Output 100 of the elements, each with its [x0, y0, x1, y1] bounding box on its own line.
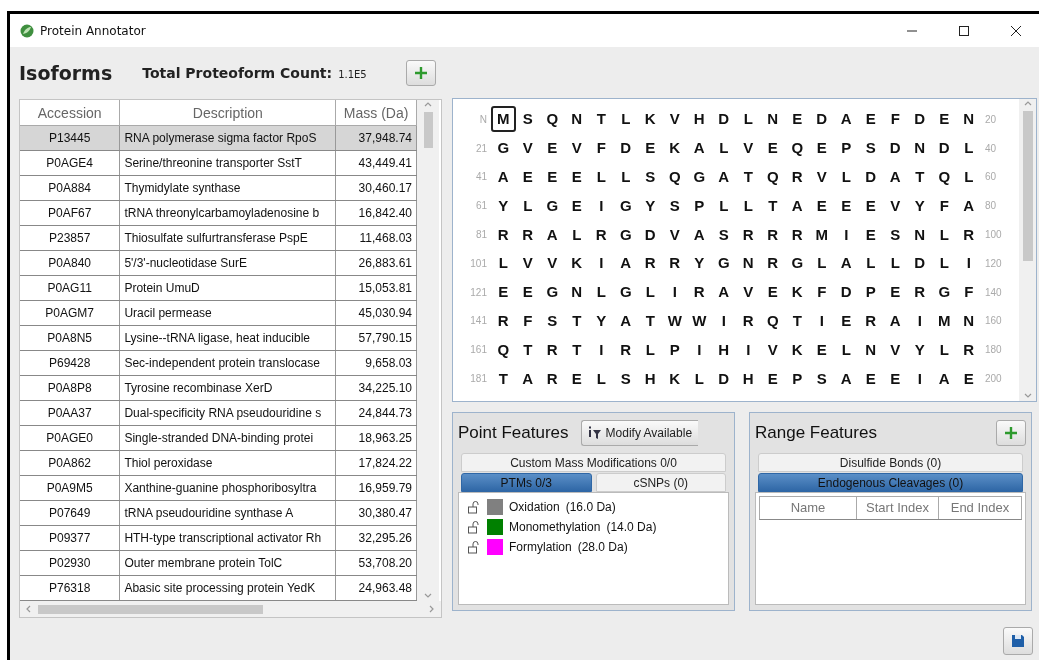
residue-letter[interactable]: E — [540, 137, 565, 160]
residue-letter[interactable]: L — [736, 194, 761, 217]
residue-letter[interactable]: A — [687, 137, 712, 160]
residue-letter[interactable]: R — [540, 367, 565, 390]
residue-letter[interactable]: V — [662, 108, 687, 131]
residue-letter[interactable]: S — [711, 223, 736, 246]
residue-letter[interactable]: G — [711, 252, 736, 275]
residue-letter[interactable]: L — [491, 252, 516, 275]
residue-letter[interactable]: A — [515, 367, 540, 390]
residue-letter[interactable]: I — [907, 367, 932, 390]
residue-letter[interactable]: V — [883, 194, 908, 217]
residue-letter[interactable]: A — [613, 252, 638, 275]
residue-letter[interactable]: P — [834, 137, 859, 160]
residue-letter[interactable]: G — [540, 281, 565, 304]
residue-letter[interactable]: P — [785, 367, 810, 390]
residue-letter[interactable]: R — [785, 166, 810, 188]
residue-letter[interactable]: G — [687, 166, 712, 188]
residue-letter[interactable]: E — [858, 194, 883, 217]
residue-letter[interactable]: L — [956, 166, 981, 188]
residue-letter[interactable]: R — [662, 252, 687, 275]
residue-letter[interactable]: G — [613, 194, 638, 217]
residue-letter[interactable]: N — [760, 108, 785, 131]
residue-letter[interactable]: I — [736, 338, 761, 361]
residue-letter[interactable]: G — [491, 137, 516, 160]
residue-letter[interactable]: L — [711, 194, 736, 217]
residue-letter[interactable]: V — [662, 223, 687, 246]
residue-letter[interactable]: A — [613, 309, 638, 332]
tab[interactable]: Endogenous Cleavages (0) — [758, 473, 1023, 492]
residue-letter[interactable]: Q — [662, 166, 687, 188]
residue-letter[interactable]: T — [491, 367, 516, 390]
residue-letter[interactable]: T — [589, 108, 614, 131]
residue-letter[interactable]: K — [785, 338, 810, 361]
residue-letter[interactable]: T — [760, 194, 785, 217]
residue-letter[interactable]: G — [785, 252, 810, 275]
residue-letter[interactable]: L — [834, 166, 859, 188]
residue-letter[interactable]: E — [858, 223, 883, 246]
residue-letter[interactable]: T — [564, 309, 589, 332]
residue-letter[interactable]: F — [932, 194, 957, 217]
residue-letter[interactable]: D — [613, 137, 638, 160]
residue-letter[interactable]: M — [809, 223, 834, 246]
residue-letter[interactable]: S — [515, 108, 540, 131]
column-header[interactable]: Description — [119, 100, 336, 126]
residue-letter[interactable]: M — [491, 106, 516, 133]
residue-letter[interactable]: L — [956, 137, 981, 160]
residue-letter[interactable]: L — [638, 338, 663, 361]
residue-letter[interactable]: D — [834, 281, 859, 304]
residue-letter[interactable]: K — [662, 137, 687, 160]
residue-letter[interactable]: S — [613, 367, 638, 390]
column-header[interactable]: Accession — [20, 100, 120, 126]
residue-letter[interactable]: E — [760, 367, 785, 390]
residue-letter[interactable]: K — [662, 367, 687, 390]
residue-letter[interactable]: I — [687, 338, 712, 361]
add-button[interactable] — [996, 420, 1026, 446]
residue-letter[interactable]: Q — [491, 338, 516, 361]
residue-letter[interactable]: F — [883, 108, 908, 131]
residue-letter[interactable]: R — [858, 309, 883, 332]
residue-letter[interactable]: D — [907, 252, 932, 275]
residue-letter[interactable]: W — [687, 309, 712, 332]
residue-letter[interactable]: T — [564, 338, 589, 361]
residue-letter[interactable]: V — [540, 252, 565, 275]
residue-letter[interactable]: P — [858, 281, 883, 304]
residue-letter[interactable]: S — [858, 137, 883, 160]
residue-letter[interactable]: A — [687, 223, 712, 246]
residue-letter[interactable]: A — [711, 281, 736, 304]
residue-letter[interactable]: L — [589, 166, 614, 188]
residue-letter[interactable]: P — [662, 338, 687, 361]
residue-letter[interactable]: D — [907, 108, 932, 131]
scrollbar-thumb[interactable] — [1022, 111, 1033, 261]
residue-letter[interactable]: F — [589, 137, 614, 160]
residue-letter[interactable]: V — [760, 338, 785, 361]
residue-letter[interactable]: L — [589, 367, 614, 390]
residue-letter[interactable]: D — [883, 137, 908, 160]
residue-letter[interactable]: R — [956, 223, 981, 246]
column-header[interactable]: End Index — [939, 497, 1021, 519]
residue-letter[interactable]: W — [662, 309, 687, 332]
residue-letter[interactable]: L — [858, 252, 883, 275]
residue-letter[interactable]: R — [736, 223, 761, 246]
residue-letter[interactable]: N — [858, 338, 883, 361]
residue-letter[interactable]: Q — [540, 108, 565, 131]
residue-letter[interactable]: V — [736, 137, 761, 160]
residue-letter[interactable]: E — [515, 166, 540, 188]
residue-letter[interactable]: T — [785, 309, 810, 332]
residue-letter[interactable]: E — [515, 281, 540, 304]
residue-letter[interactable]: L — [638, 281, 663, 304]
modify-button[interactable]: Modify Available — [580, 420, 699, 446]
residue-letter[interactable]: L — [883, 252, 908, 275]
residue-letter[interactable]: K — [638, 108, 663, 131]
residue-letter[interactable]: L — [515, 194, 540, 217]
residue-letter[interactable]: L — [809, 252, 834, 275]
residue-letter[interactable]: K — [785, 281, 810, 304]
residue-letter[interactable]: T — [907, 166, 932, 188]
residue-letter[interactable]: R — [736, 309, 761, 332]
residue-letter[interactable]: R — [956, 338, 981, 361]
residue-letter[interactable]: N — [736, 252, 761, 275]
residue-letter[interactable]: E — [760, 137, 785, 160]
residue-letter[interactable]: Q — [932, 166, 957, 188]
column-header[interactable]: Start Index — [857, 497, 939, 519]
residue-letter[interactable]: H — [638, 367, 663, 390]
residue-letter[interactable]: L — [613, 166, 638, 188]
residue-letter[interactable]: N — [564, 281, 589, 304]
